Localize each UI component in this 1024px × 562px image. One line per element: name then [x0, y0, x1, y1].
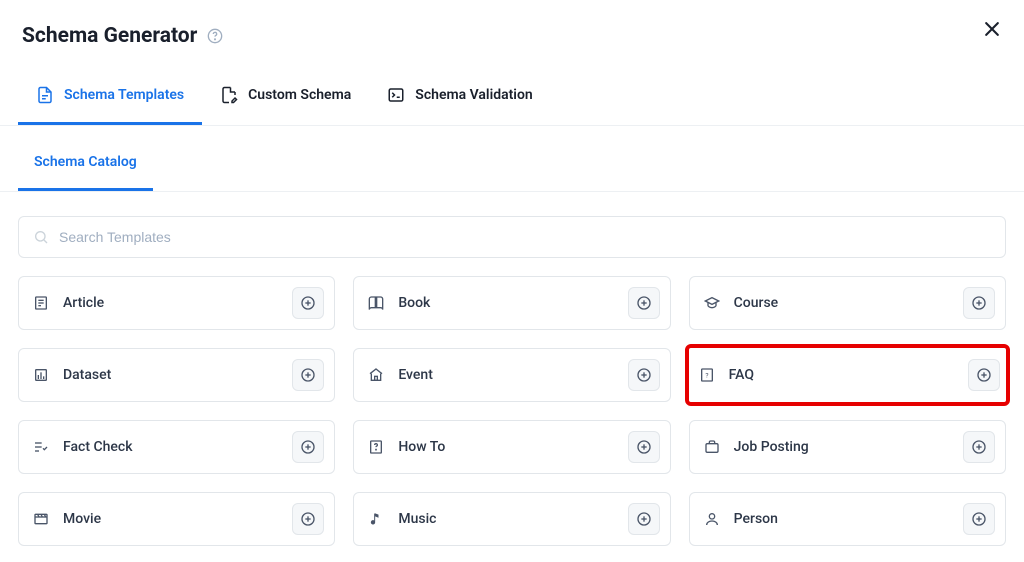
- event-icon: [368, 367, 386, 383]
- add-button[interactable]: [963, 431, 995, 463]
- close-icon[interactable]: [982, 19, 1002, 43]
- templates-grid: Article Book Course: [18, 276, 1006, 546]
- template-card-course[interactable]: Course: [689, 276, 1006, 330]
- template-card-jobposting[interactable]: Job Posting: [689, 420, 1006, 474]
- template-label: How To: [398, 439, 445, 455]
- template-card-book[interactable]: Book: [353, 276, 670, 330]
- document-edit-icon: [220, 86, 238, 104]
- terminal-icon: [387, 86, 405, 104]
- document-icon: [36, 86, 54, 104]
- search-box[interactable]: [18, 216, 1006, 258]
- template-label: Fact Check: [63, 439, 133, 455]
- tab-schema-templates[interactable]: Schema Templates: [18, 66, 202, 125]
- template-label: Article: [63, 295, 104, 311]
- jobposting-icon: [704, 439, 722, 455]
- template-card-howto[interactable]: How To: [353, 420, 670, 474]
- subtab-schema-catalog[interactable]: Schema Catalog: [18, 126, 153, 191]
- template-card-faq[interactable]: ? FAQ: [685, 344, 1010, 406]
- add-button[interactable]: [292, 503, 324, 535]
- tab-label: Schema Validation: [415, 87, 532, 103]
- howto-icon: [368, 439, 386, 455]
- template-label: Music: [398, 511, 436, 527]
- template-card-factcheck[interactable]: Fact Check: [18, 420, 335, 474]
- add-button[interactable]: [628, 503, 660, 535]
- search-icon: [33, 229, 49, 245]
- add-button[interactable]: [628, 431, 660, 463]
- svg-text:?: ?: [705, 372, 708, 380]
- page-title: Schema Generator: [22, 24, 197, 48]
- tab-label: Schema Templates: [64, 87, 184, 103]
- dataset-icon: [33, 367, 51, 383]
- music-icon: [368, 511, 386, 527]
- add-button[interactable]: [292, 431, 324, 463]
- template-label: Course: [734, 295, 779, 311]
- add-button[interactable]: [968, 359, 1000, 391]
- help-icon[interactable]: [207, 28, 223, 44]
- template-label: Movie: [63, 511, 101, 527]
- add-button[interactable]: [963, 503, 995, 535]
- add-button[interactable]: [963, 287, 995, 319]
- book-icon: [368, 295, 386, 311]
- template-card-article[interactable]: Article: [18, 276, 335, 330]
- content: Article Book Course: [0, 192, 1024, 546]
- template-label: Person: [734, 511, 778, 527]
- tab-label: Custom Schema: [248, 87, 351, 103]
- template-card-event[interactable]: Event: [353, 348, 670, 402]
- template-card-person[interactable]: Person: [689, 492, 1006, 546]
- search-input[interactable]: [59, 229, 991, 245]
- subtabs: Schema Catalog: [0, 126, 1024, 192]
- course-icon: [704, 295, 722, 311]
- article-icon: [33, 295, 51, 311]
- template-label: Book: [398, 295, 430, 311]
- tab-custom-schema[interactable]: Custom Schema: [202, 66, 369, 125]
- add-button[interactable]: [292, 359, 324, 391]
- template-label: Dataset: [63, 367, 111, 383]
- movie-icon: [33, 511, 51, 527]
- template-card-movie[interactable]: Movie: [18, 492, 335, 546]
- template-label: Event: [398, 367, 433, 383]
- title-wrap: Schema Generator: [22, 24, 223, 48]
- add-button[interactable]: [628, 287, 660, 319]
- add-button[interactable]: [628, 359, 660, 391]
- template-card-dataset[interactable]: Dataset: [18, 348, 335, 402]
- tabs-container: Schema Templates Custom Schema Schema Va…: [0, 66, 1024, 126]
- faq-icon: ?: [699, 367, 717, 383]
- person-icon: [704, 511, 722, 527]
- tab-schema-validation[interactable]: Schema Validation: [369, 66, 550, 125]
- add-button[interactable]: [292, 287, 324, 319]
- subtab-label: Schema Catalog: [34, 154, 137, 170]
- factcheck-icon: [33, 439, 51, 455]
- template-label: Job Posting: [734, 439, 809, 455]
- header: Schema Generator: [0, 0, 1024, 66]
- template-label: FAQ: [729, 367, 754, 383]
- template-card-music[interactable]: Music: [353, 492, 670, 546]
